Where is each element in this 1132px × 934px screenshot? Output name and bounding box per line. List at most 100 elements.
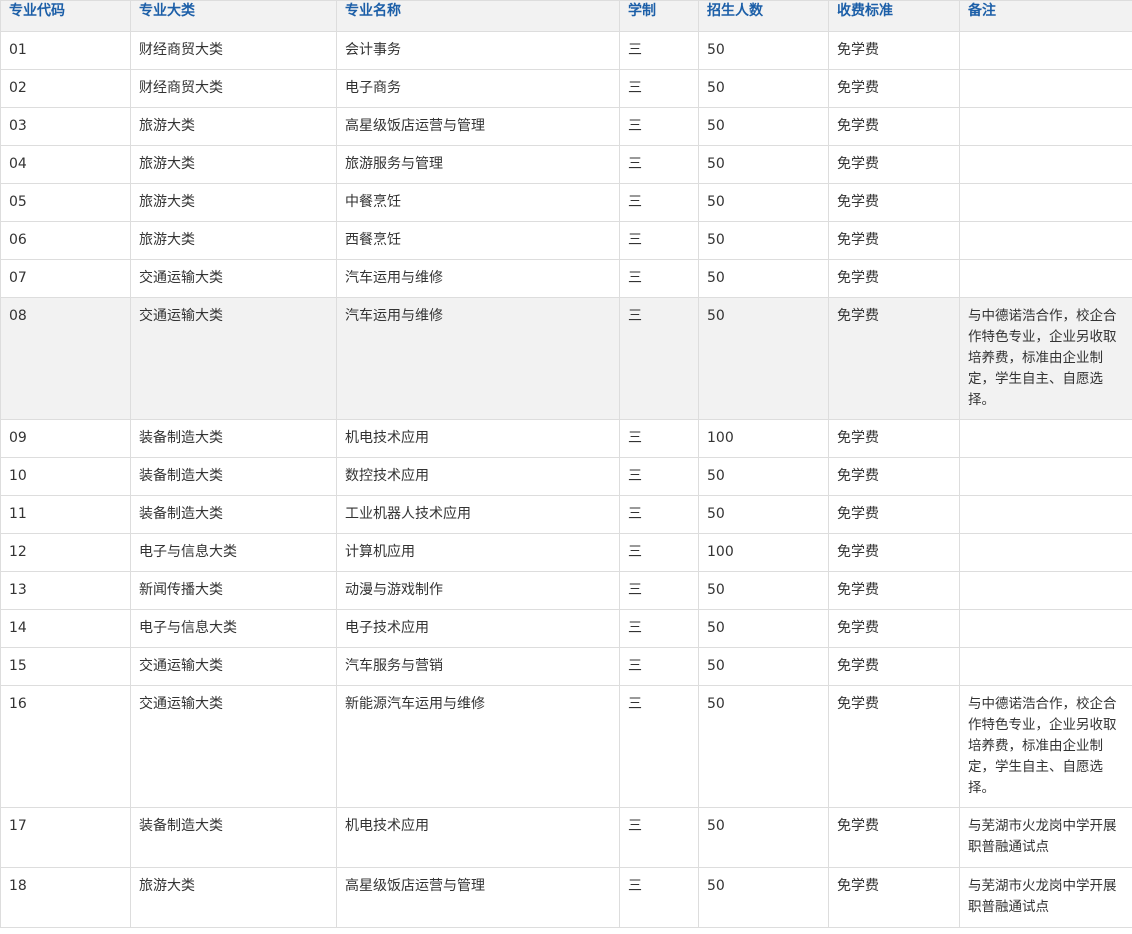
cell-fee: 免学费	[828, 867, 960, 928]
cell-fee: 免学费	[828, 533, 960, 572]
cell-fee: 免学费	[828, 571, 960, 610]
table-row: 10 装备制造大类 数控技术应用三 50 免学费	[0, 457, 1132, 496]
cell-category: 财经商贸大类	[130, 31, 337, 70]
cell-category: 交通运输大类	[130, 685, 337, 808]
cell-note: 与芜湖市火龙岗中学开展职普融通试点	[959, 867, 1132, 928]
header-code: 专业代码	[0, 0, 131, 32]
cell-name: 电子商务	[336, 69, 620, 108]
cell-fee: 免学费	[828, 183, 960, 222]
table-row: 03 旅游大类 高星级饭店运营与管理三 50 免学费	[0, 107, 1132, 146]
cell-years: 三	[619, 647, 699, 686]
cell-code: 01	[0, 31, 131, 70]
cell-enroll: 100	[698, 533, 829, 572]
cell-category: 旅游大类	[130, 183, 337, 222]
cell-fee: 免学费	[828, 69, 960, 108]
header-fee: 收费标准	[828, 0, 960, 32]
cell-enroll: 50	[698, 457, 829, 496]
cell-category: 旅游大类	[130, 107, 337, 146]
header-name: 专业名称	[336, 0, 620, 32]
cell-name: 机电技术应用	[336, 419, 620, 458]
cell-years: 三	[619, 259, 699, 298]
cell-years: 三	[619, 609, 699, 648]
cell-years: 三	[619, 419, 699, 458]
cell-note	[959, 107, 1132, 146]
table-row: 01 财经商贸大类 会计事务三 50 免学费	[0, 31, 1132, 70]
cell-code: 11	[0, 495, 131, 534]
table-row: 18 旅游大类 高星级饭店运营与管理三 50 免学费 与芜湖市火龙岗中学开展职普融通试点	[0, 867, 1132, 928]
cell-category: 装备制造大类	[130, 419, 337, 458]
cell-note: 与芜湖市火龙岗中学开展职普融通试点	[959, 807, 1132, 868]
cell-note	[959, 457, 1132, 496]
cell-years: 三	[619, 533, 699, 572]
cell-code: 02	[0, 69, 131, 108]
cell-note: 与中德诺浩合作，校企合作特色专业，企业另收取培养费，标准由企业制定，学生自主、自…	[959, 685, 1132, 808]
cell-enroll: 50	[698, 867, 829, 928]
cell-fee: 免学费	[828, 221, 960, 260]
table-row: 15 交通运输大类 汽车服务与营销三 50 免学费	[0, 647, 1132, 686]
cell-note	[959, 145, 1132, 184]
enrollment-table: 专业代码 专业大类 专业名称 学制 招生人数 收费标准 备注 01 财经商贸大类会…	[0, 0, 1132, 928]
cell-fee: 免学费	[828, 259, 960, 298]
cell-years: 三	[619, 685, 699, 808]
table-row: 17 装备制造大类 机电技术应用三 50 免学费 与芜湖市火龙岗中学开展职普融通试点	[0, 807, 1132, 868]
cell-name: 汽车运用与维修	[336, 297, 620, 420]
cell-enroll: 50	[698, 297, 829, 420]
cell-code: 06	[0, 221, 131, 260]
header-category: 专业大类	[130, 0, 337, 32]
cell-enroll: 50	[698, 685, 829, 808]
cell-note	[959, 533, 1132, 572]
cell-note	[959, 571, 1132, 610]
table-row: 13 新闻传播大类 动漫与游戏制作三 50 免学费	[0, 571, 1132, 610]
cell-fee: 免学费	[828, 457, 960, 496]
cell-code: 07	[0, 259, 131, 298]
cell-category: 装备制造大类	[130, 807, 337, 868]
cell-name: 高星级饭店运营与管理	[336, 867, 620, 928]
cell-note	[959, 69, 1132, 108]
cell-fee: 免学费	[828, 419, 960, 458]
table-row: 12 电子与信息大类 计算机应用三 100 免学费	[0, 533, 1132, 572]
cell-years: 三	[619, 571, 699, 610]
cell-category: 旅游大类	[130, 145, 337, 184]
cell-code: 05	[0, 183, 131, 222]
header-note: 备注	[959, 0, 1132, 32]
cell-years: 三	[619, 457, 699, 496]
cell-fee: 免学费	[828, 807, 960, 868]
cell-years: 三	[619, 145, 699, 184]
cell-enroll: 50	[698, 107, 829, 146]
cell-code: 17	[0, 807, 131, 868]
table-header-row: 专业代码 专业大类 专业名称 学制 招生人数 收费标准 备注	[0, 0, 1132, 32]
cell-code: 18	[0, 867, 131, 928]
table-row: 11 装备制造大类 工业机器人技术应用三 50 免学费	[0, 495, 1132, 534]
cell-fee: 免学费	[828, 495, 960, 534]
table-row: 07 交通运输大类 汽车运用与维修三 50 免学费	[0, 259, 1132, 298]
cell-name: 西餐烹饪	[336, 221, 620, 260]
cell-category: 电子与信息大类	[130, 609, 337, 648]
cell-code: 09	[0, 419, 131, 458]
cell-years: 三	[619, 31, 699, 70]
table-row: 08 交通运输大类 汽车运用与维修三 50 免学费 与中德诺浩合作，校企合作特色专业，企业…	[0, 297, 1132, 420]
table-row: 05 旅游大类 中餐烹饪三 50 免学费	[0, 183, 1132, 222]
header-years: 学制	[619, 0, 699, 32]
cell-fee: 免学费	[828, 685, 960, 808]
cell-note	[959, 609, 1132, 648]
cell-name: 计算机应用	[336, 533, 620, 572]
cell-name: 电子技术应用	[336, 609, 620, 648]
cell-fee: 免学费	[828, 31, 960, 70]
cell-name: 中餐烹饪	[336, 183, 620, 222]
cell-years: 三	[619, 69, 699, 108]
cell-category: 交通运输大类	[130, 647, 337, 686]
cell-category: 财经商贸大类	[130, 69, 337, 108]
cell-enroll: 50	[698, 31, 829, 70]
cell-code: 03	[0, 107, 131, 146]
cell-category: 交通运输大类	[130, 259, 337, 298]
cell-note	[959, 221, 1132, 260]
cell-name: 会计事务	[336, 31, 620, 70]
cell-note	[959, 259, 1132, 298]
cell-name: 高星级饭店运营与管理	[336, 107, 620, 146]
cell-fee: 免学费	[828, 107, 960, 146]
cell-years: 三	[619, 183, 699, 222]
cell-years: 三	[619, 495, 699, 534]
cell-fee: 免学费	[828, 609, 960, 648]
table-body: 01 财经商贸大类 会计事务三 50 免学费 02 财经商贸大类 电子商务三 50 免学费 03 旅游…	[0, 31, 1132, 928]
table-row: 04 旅游大类 旅游服务与管理三 50 免学费	[0, 145, 1132, 184]
